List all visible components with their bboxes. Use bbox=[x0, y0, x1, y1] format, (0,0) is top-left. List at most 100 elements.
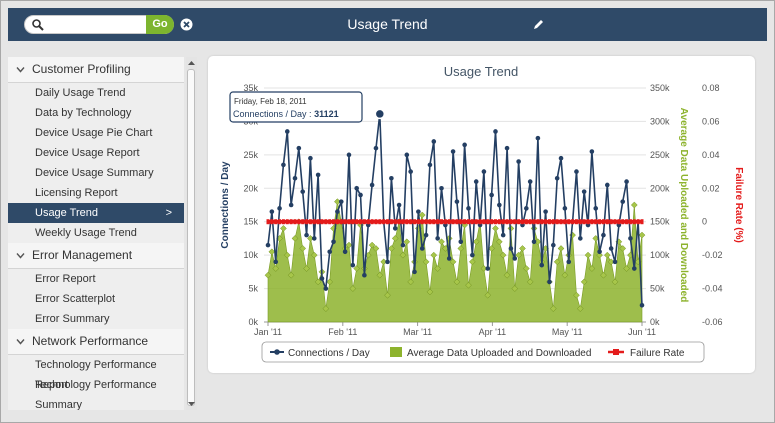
failure-rate-point bbox=[609, 219, 613, 225]
failure-rate-point bbox=[281, 219, 285, 225]
y-right1-tick-label: 50k bbox=[650, 284, 665, 294]
connections-point bbox=[427, 162, 433, 168]
connections-point bbox=[539, 262, 545, 268]
failure-rate-point bbox=[266, 219, 270, 225]
connections-point bbox=[566, 259, 572, 265]
failure-rate-point bbox=[559, 219, 563, 225]
y-right2-tick-label: 0.08 bbox=[702, 83, 720, 93]
sidebar: Customer Profiling Daily Usage Trend Data … bbox=[8, 57, 184, 410]
failure-rate-point bbox=[632, 219, 636, 225]
failure-rate-point bbox=[486, 219, 490, 225]
legend-connections-label: Connections / Day bbox=[288, 348, 370, 359]
y-right2-tick-label: 0.06 bbox=[702, 116, 720, 126]
y-right1-tick-label: 100k bbox=[650, 250, 670, 260]
failure-rate-point bbox=[636, 219, 640, 225]
sidebar-item[interactable]: Daily Usage Trend bbox=[8, 83, 184, 103]
scrollbar-thumb[interactable] bbox=[187, 69, 195, 406]
connections-point bbox=[308, 155, 313, 161]
connections-point bbox=[338, 199, 344, 204]
failure-rate-point bbox=[416, 219, 420, 225]
sidebar-section-header[interactable]: Error Management bbox=[8, 243, 184, 269]
pencil-icon[interactable] bbox=[532, 18, 545, 31]
chart-title: Usage Trend bbox=[444, 64, 518, 79]
sidebar-item[interactable]: Usage Trend > bbox=[8, 203, 184, 223]
avg-data-point bbox=[268, 248, 276, 256]
connections-point bbox=[639, 302, 645, 308]
failure-rate-point bbox=[335, 219, 339, 225]
y-right1-tick-label: 300k bbox=[650, 116, 670, 126]
failure-rate-point bbox=[440, 219, 444, 225]
sidebar-item[interactable]: Device Usage Summary bbox=[8, 163, 184, 183]
connections-point bbox=[450, 149, 456, 154]
legend-failure-marker bbox=[613, 349, 619, 355]
failure-rate-point bbox=[598, 219, 602, 225]
x-tick-label: May '11 bbox=[552, 327, 583, 337]
scroll-up-icon[interactable] bbox=[187, 59, 196, 67]
y-right2-tick-label: -0.06 bbox=[702, 317, 723, 327]
failure-rate-point bbox=[532, 219, 536, 225]
failure-rate-point bbox=[567, 219, 571, 225]
failure-rate-point bbox=[493, 219, 497, 225]
connections-point bbox=[300, 189, 306, 194]
chart-legend: Connections / Day Average Data Uploaded a… bbox=[261, 341, 705, 363]
failure-rate-point bbox=[312, 219, 316, 225]
connections-point bbox=[597, 249, 602, 255]
sidebar-scrollbar[interactable] bbox=[186, 57, 197, 410]
sidebar-section-header[interactable]: Network Performance bbox=[8, 329, 184, 355]
y-right2-tick-label: -0.04 bbox=[702, 284, 723, 294]
sidebar-item-label: Error Report bbox=[35, 273, 96, 285]
y-right1-tick-label: 0k bbox=[650, 317, 660, 327]
failure-rate-point bbox=[578, 219, 582, 225]
sidebar-section-header[interactable]: Customer Profiling bbox=[8, 57, 184, 83]
connections-point bbox=[489, 192, 494, 198]
failure-rate-point bbox=[505, 219, 509, 225]
legend-connections-marker bbox=[274, 349, 280, 355]
sidebar-item[interactable]: Error Summary bbox=[8, 309, 184, 329]
failure-rate-point bbox=[451, 219, 455, 225]
failure-rate-point bbox=[490, 219, 494, 225]
legend-failure-label: Failure Rate bbox=[630, 348, 685, 359]
failure-rate-point bbox=[466, 219, 470, 225]
highlighted-point bbox=[374, 108, 386, 120]
sidebar-item[interactable]: Data by Technology bbox=[8, 103, 184, 123]
sidebar-item[interactable]: Device Usage Report bbox=[8, 143, 184, 163]
failure-rate-point bbox=[320, 219, 324, 225]
failure-rate-point bbox=[625, 219, 629, 225]
sidebar-item[interactable]: Device Usage Pie Chart bbox=[8, 123, 184, 143]
failure-rate-point bbox=[328, 219, 332, 225]
sidebar-item[interactable]: Technology Performance bbox=[8, 375, 184, 395]
failure-rate-point bbox=[536, 219, 540, 225]
connections-point bbox=[369, 182, 375, 188]
failure-rate-point bbox=[540, 219, 544, 225]
failure-rate-point bbox=[590, 219, 594, 225]
avg-data-point bbox=[603, 251, 611, 259]
sidebar-item[interactable]: Summary bbox=[8, 395, 184, 410]
sidebar-item[interactable]: Weekly Usage Trend bbox=[8, 223, 184, 243]
y-right1-tick-label: 250k bbox=[650, 150, 670, 160]
sidebar-item[interactable]: Licensing Report bbox=[8, 183, 184, 203]
y-right1-tick-label: 350k bbox=[650, 83, 670, 93]
connections-point bbox=[327, 249, 332, 255]
y-left-tick-label: 15k bbox=[243, 217, 258, 227]
failure-rate-point bbox=[621, 219, 625, 225]
connections-point bbox=[296, 145, 302, 151]
y-right2-tick-label: 0.04 bbox=[702, 150, 720, 160]
connections-point bbox=[516, 159, 521, 164]
failure-rate-point bbox=[520, 219, 524, 225]
connections-point bbox=[323, 286, 329, 291]
y-right2-axis-label: Failure Rate (%) bbox=[733, 167, 744, 243]
failure-rate-point bbox=[405, 219, 409, 225]
connections-point bbox=[362, 272, 367, 278]
connections-point bbox=[574, 169, 579, 174]
sidebar-item[interactable]: Error Report bbox=[8, 269, 184, 289]
failure-rate-point bbox=[424, 219, 428, 225]
sidebar-item[interactable]: Technology Performance Report bbox=[8, 355, 184, 391]
sidebar-item[interactable]: Error Scatterplot bbox=[8, 289, 184, 309]
failure-rate-point bbox=[555, 219, 559, 225]
scroll-down-icon[interactable] bbox=[187, 400, 196, 408]
sidebar-section-label: Customer Profiling bbox=[32, 62, 131, 76]
connections-point bbox=[273, 259, 279, 265]
sidebar-item-label: Error Scatterplot bbox=[35, 293, 116, 305]
active-arrow-icon: > bbox=[165, 207, 172, 219]
chevron-down-icon bbox=[16, 339, 25, 345]
